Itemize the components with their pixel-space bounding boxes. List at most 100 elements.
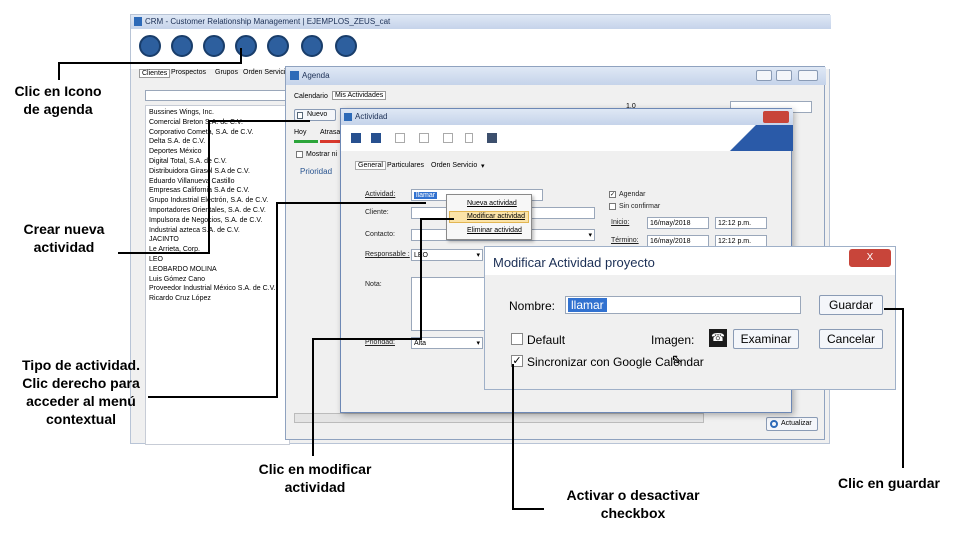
- contacts-icon[interactable]: [171, 35, 193, 57]
- tab-orden-servicio-act[interactable]: Orden Servicio: [431, 162, 477, 169]
- new-doc-icon: [297, 112, 303, 119]
- sin-confirmar-checkbox[interactable]: [609, 203, 616, 210]
- agenda-icon[interactable]: [203, 35, 225, 57]
- tab-atrasadas[interactable]: Atrasa: [320, 129, 340, 136]
- guardar-button[interactable]: Guardar: [819, 295, 883, 315]
- actualizar-button[interactable]: Actualizar: [766, 417, 818, 431]
- inicio-time-field[interactable]: 12:12 p.m.: [715, 217, 767, 229]
- termino-date-value: 16/may/2018: [650, 238, 691, 245]
- tab-prospectos[interactable]: Prospectos: [171, 69, 206, 76]
- actividad-close-icon[interactable]: [763, 111, 789, 123]
- check-icon[interactable]: [395, 133, 405, 143]
- delete-icon[interactable]: [465, 133, 473, 143]
- inicio-time-value: 12:12 p.m.: [718, 220, 752, 227]
- nota-field[interactable]: [411, 277, 491, 331]
- prioridad-dropdown-icon[interactable]: ▾: [476, 339, 480, 347]
- client-list-item[interactable]: Deportes México: [149, 147, 286, 157]
- mostrar-label: Mostrar ni: [306, 151, 338, 158]
- client-list-item[interactable]: Ricardo Cruz López: [149, 294, 286, 304]
- prioridad-column: Prioridad: [300, 167, 333, 176]
- menu-item-modificar[interactable]: Modificar actividad: [467, 213, 525, 220]
- atrasadas-red-bar: [320, 140, 340, 143]
- save-icon[interactable]: [351, 133, 361, 143]
- responsable-dropdown-icon[interactable]: ▾: [476, 251, 480, 259]
- print-icon[interactable]: [487, 133, 497, 143]
- tab-orden-servicio[interactable]: Orden Servicio: [243, 69, 289, 76]
- nombre-field[interactable]: llamar: [565, 296, 801, 314]
- examinar-button[interactable]: Examinar: [733, 329, 799, 349]
- tab-hoy[interactable]: Hoy: [294, 129, 306, 136]
- menu-item-eliminar[interactable]: Eliminar actividad: [467, 227, 522, 234]
- tab-mis-actividades[interactable]: Mis Actividades: [332, 91, 387, 100]
- client-list-item[interactable]: Proveedor Industrial México S.A. de C.V.: [149, 284, 286, 294]
- edit-icon[interactable]: [443, 133, 453, 143]
- tab-dropdown-icon[interactable]: ▾: [481, 162, 485, 170]
- client-list-item[interactable]: JACINTO: [149, 235, 286, 245]
- client-list-item[interactable]: Luis Gómez Cano: [149, 275, 286, 285]
- mostrar-checkbox[interactable]: [296, 151, 303, 158]
- modificar-close-button[interactable]: X: [849, 249, 891, 267]
- client-list-item[interactable]: Grupo Industrial Electrón, S.A. de C.V.: [149, 196, 286, 206]
- client-list-item[interactable]: Eduardo Villanueva Castillo: [149, 177, 286, 187]
- chart-icon[interactable]: [267, 35, 289, 57]
- client-list-item[interactable]: Importadores Orientales, S.A. de C.V.: [149, 206, 286, 216]
- hoy-green-bar: [294, 140, 318, 143]
- sin-confirmar-label: Sin confirmar: [619, 203, 661, 210]
- client-list-item[interactable]: LEOBARDO MOLINA: [149, 265, 286, 275]
- agenda-scrollbar[interactable]: [294, 413, 704, 423]
- inicio-date-value: 16/may/2018: [650, 220, 691, 227]
- client-list-item[interactable]: Impulsora de Negocios, S.A. de C.V.: [149, 216, 286, 226]
- tab-grupos[interactable]: Grupos: [215, 69, 238, 76]
- agendar-checkbox[interactable]: ✓: [609, 191, 616, 198]
- default-label: Default: [527, 333, 566, 347]
- phone-icon[interactable]: [301, 35, 323, 57]
- agendar-label: Agendar: [619, 191, 646, 198]
- refresh-icon: [770, 420, 778, 428]
- actividad-toolbar: [341, 125, 793, 151]
- inicio-date-field[interactable]: 16/may/2018: [647, 217, 709, 229]
- termino-label: Término:: [611, 237, 639, 244]
- responsable-label: Responsable :: [365, 251, 410, 258]
- nombre-label: Nombre:: [509, 299, 556, 313]
- default-checkbox[interactable]: [511, 333, 523, 345]
- tab-calendario[interactable]: Calendario: [294, 93, 328, 100]
- save-close-icon[interactable]: [371, 133, 381, 143]
- client-list-item[interactable]: Delta S.A. de C.V.: [149, 137, 286, 147]
- client-list: Bussines Wings, Inc. Comercial Breton S.A…: [145, 105, 290, 445]
- satellite-icon[interactable]: [335, 35, 357, 57]
- termino-time-value: 12:12 p.m.: [718, 238, 752, 245]
- actividad-titlebar: Actividad: [341, 109, 793, 125]
- annotation-guardar: Clic en guardar: [838, 475, 940, 491]
- cliente-label: Cliente:: [365, 209, 389, 216]
- client-list-item[interactable]: Corporativo Cometa, S.A. de C.V.: [149, 128, 286, 138]
- agenda-icon-small: [290, 71, 299, 80]
- check2-icon[interactable]: [419, 133, 429, 143]
- client-list-item[interactable]: LEO: [149, 255, 286, 265]
- client-list-item[interactable]: Bussines Wings, Inc.: [149, 108, 286, 118]
- folder-icon[interactable]: [235, 35, 257, 57]
- nuevo-label: Nuevo: [307, 111, 328, 118]
- agenda-title: Agenda: [302, 71, 330, 80]
- client-list-item[interactable]: Distribuidora Girasol S.A de C.V.: [149, 167, 286, 177]
- annotation-icono-agenda: Clic en Icono de agenda: [14, 83, 102, 117]
- client-list-item[interactable]: Industrial azteca S.A. de C.V.: [149, 226, 286, 236]
- tab-general[interactable]: General: [355, 161, 386, 170]
- menu-item-nueva[interactable]: Nueva actividad: [467, 200, 517, 207]
- minimize-icon[interactable]: [756, 70, 772, 81]
- inicio-label: Inicio:: [611, 219, 630, 226]
- phone-image-icon: ☎: [709, 329, 727, 347]
- blue-corner-graphic: [713, 125, 793, 151]
- tab-clientes[interactable]: Clientes: [139, 69, 171, 78]
- close-icon[interactable]: [798, 70, 818, 81]
- contacto-dropdown-icon[interactable]: ▾: [588, 231, 592, 239]
- cancelar-button[interactable]: Cancelar: [819, 329, 883, 349]
- maximize-icon[interactable]: [776, 70, 792, 81]
- client-list-item[interactable]: Empresas California S.A de C.V.: [149, 186, 286, 196]
- client-search[interactable]: [145, 90, 290, 101]
- client-list-item[interactable]: Digital Total, S.A. de C.V.: [149, 157, 286, 167]
- crm-titlebar: CRM - Customer Relationship Management |…: [131, 15, 831, 29]
- actividad-label: Actividad:: [365, 191, 396, 198]
- tab-particulares[interactable]: Particulares: [387, 162, 424, 169]
- clients-icon[interactable]: [139, 35, 161, 57]
- mouse-cursor-icon: ⇖: [671, 351, 683, 367]
